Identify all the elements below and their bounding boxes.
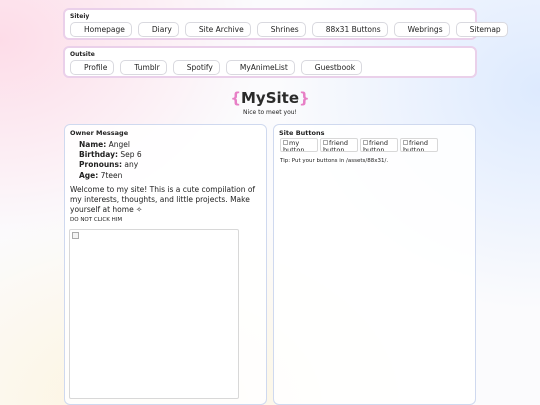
info-pronouns: Pronouns: any (79, 160, 138, 169)
nav-link-homepage[interactable]: Homepage (70, 22, 132, 37)
nav-link-site-archive[interactable]: Site Archive (184, 22, 251, 37)
info-age-value: 7teen (100, 171, 123, 180)
title-brace-close: } (299, 89, 310, 107)
owner-message-title: Owner Message (70, 129, 129, 137)
owner-message-card: Owner Message Name: Angel Birthday: Sep … (64, 124, 267, 405)
outsite-nav-panel: Outsite Profile Tumblr Spotify MyAnimeLi… (63, 46, 477, 78)
info-birthday-value: Sep 6 (120, 150, 142, 159)
broken-image-icon (72, 232, 79, 239)
site-buttons-card: Site Buttons my button friend button fri… (273, 124, 476, 405)
broken-image-icon (363, 140, 368, 145)
do-not-click-label: DO NOT CLICK HIM (70, 217, 123, 223)
siteit-nav-panel: Siteiy Homepage Diary Site Archive Shrin… (63, 8, 508, 40)
nav-link-88x31-buttons[interactable]: 88x31 Buttons (311, 22, 388, 37)
broken-image-icon (403, 140, 408, 145)
nav-link-tumblr[interactable]: Tumblr (120, 60, 167, 75)
nav-link-myanimelist[interactable]: MyAnimeList (225, 60, 295, 75)
nav-link-diary[interactable]: Diary (137, 22, 179, 37)
site-name: MySite (241, 89, 299, 107)
outsite-nav-title: Outsite (70, 51, 95, 58)
siteit-nav-title: Siteiy (70, 13, 90, 20)
button-88x31-friend-1[interactable]: friend button (320, 138, 358, 152)
button-88x31-my[interactable]: my button (280, 138, 318, 152)
outsite-nav-links: Profile Tumblr Spotify MyAnimeList Guest… (70, 60, 368, 75)
nav-link-shrines[interactable]: Shrines (256, 22, 306, 37)
site-title: {MySite} (0, 89, 540, 107)
broken-image-icon (323, 140, 328, 145)
button-88x31-friend-3[interactable]: friend button (400, 138, 438, 152)
info-name-label: Name: (79, 140, 107, 149)
info-birthday: Birthday: Sep 6 (79, 150, 142, 159)
welcome-message: Welcome to my site! This is a cute compi… (70, 185, 256, 214)
broken-image-icon (283, 140, 288, 145)
info-name: Name: Angel (79, 140, 130, 149)
nav-link-profile[interactable]: Profile (70, 60, 115, 75)
info-name-value: Angel (108, 140, 130, 149)
nav-link-webrings[interactable]: Webrings (393, 22, 450, 37)
title-brace-open: { (230, 89, 241, 107)
buttons-tip: Tip: Put your buttons in /assets/88x31/. (280, 158, 389, 164)
info-birthday-label: Birthday: (79, 150, 118, 159)
clickable-character-image[interactable] (69, 229, 239, 399)
info-age: Age: 7teen (79, 171, 122, 180)
nav-link-sitemap[interactable]: Sitemap (455, 22, 508, 37)
info-pronouns-label: Pronouns: (79, 160, 122, 169)
info-age-label: Age: (79, 171, 99, 180)
site-buttons-title: Site Buttons (279, 129, 325, 137)
nav-link-guestbook[interactable]: Guestbook (300, 60, 363, 75)
siteit-nav-links: Homepage Diary Site Archive Shrines 88x3… (70, 22, 514, 37)
button-88x31-friend-2[interactable]: friend button (360, 138, 398, 152)
info-pronouns-value: any (124, 160, 139, 169)
nav-link-spotify[interactable]: Spotify (172, 60, 220, 75)
site-subtitle: Nice to meet you! (243, 109, 297, 116)
